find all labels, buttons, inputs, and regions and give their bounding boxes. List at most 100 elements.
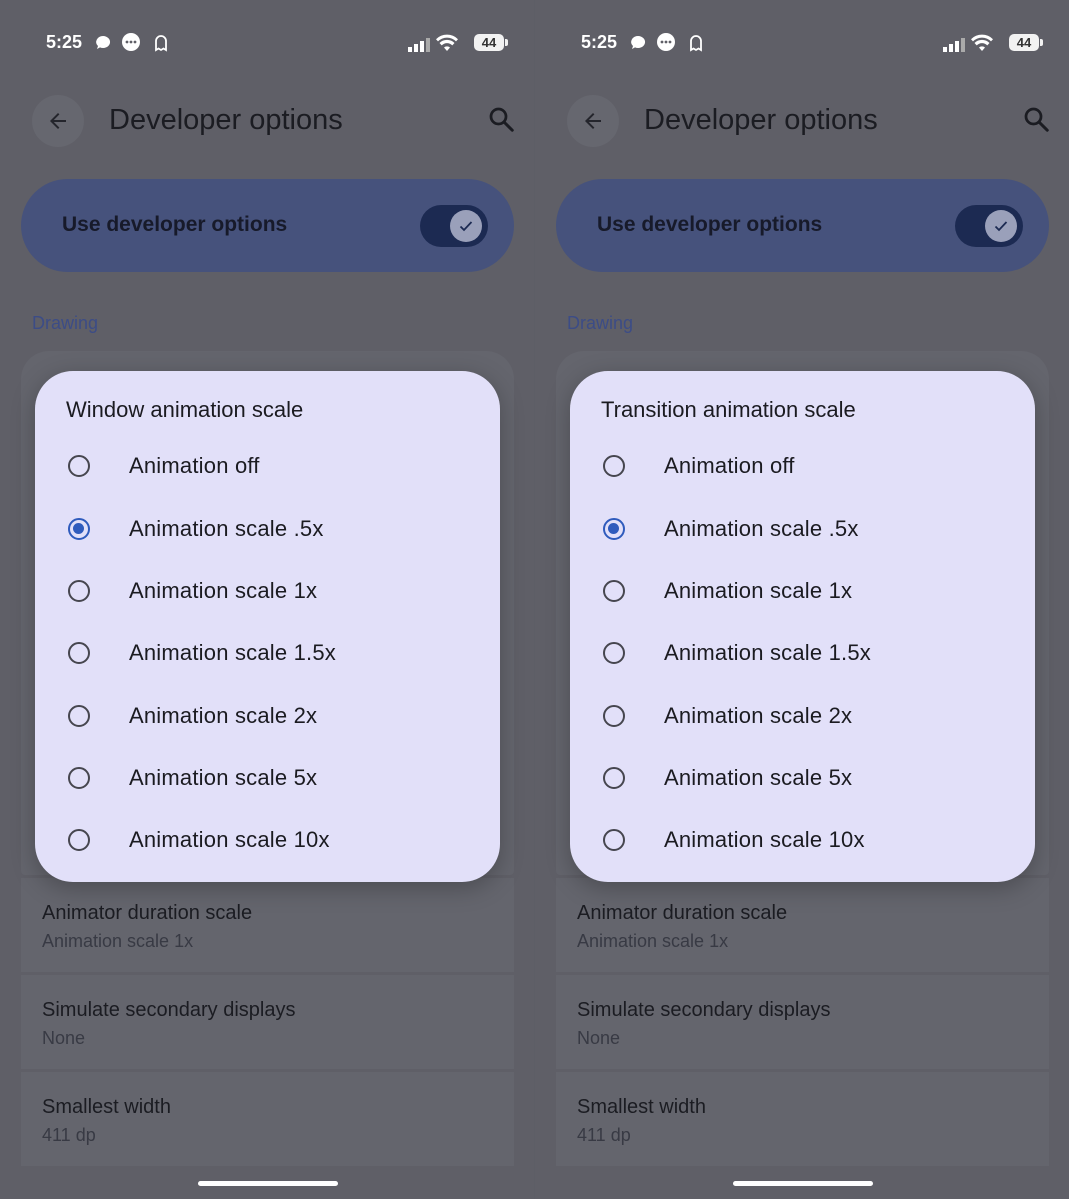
radio-button[interactable] xyxy=(68,455,90,477)
pref-smallest-width[interactable]: Smallest width 411 dp xyxy=(21,1072,514,1166)
option-scale-2x[interactable]: Animation scale 2x xyxy=(35,690,500,746)
option-label: Animation scale 1x xyxy=(129,578,318,603)
radio-button[interactable] xyxy=(603,829,625,851)
status-time: 5:25 xyxy=(581,32,618,52)
wifi-icon xyxy=(436,34,458,51)
option-scale-1.5x[interactable]: Animation scale 1.5x xyxy=(570,627,1035,683)
pref-animator-duration[interactable]: Animator duration scale Animation scale … xyxy=(21,878,514,972)
pref-summary: Animation scale 1x xyxy=(577,931,729,951)
check-icon xyxy=(450,210,482,242)
radio-button[interactable] xyxy=(68,705,90,727)
radio-button[interactable] xyxy=(68,767,90,789)
home-indicator[interactable] xyxy=(198,1181,338,1186)
option-scale-0.5x[interactable]: Animation scale .5x xyxy=(570,503,1035,559)
signal-icon xyxy=(943,38,965,52)
status-bar: 5:25 44 xyxy=(46,28,508,58)
wifi-icon xyxy=(971,34,993,51)
arrow-back-icon xyxy=(585,113,601,129)
developer-options-switch[interactable] xyxy=(955,205,1023,247)
radio-button[interactable] xyxy=(603,642,625,664)
check-icon xyxy=(985,210,1017,242)
signal-icon xyxy=(408,38,430,52)
option-label: Animation scale 5x xyxy=(129,765,318,790)
chat-bubble-icon xyxy=(96,35,111,49)
option-scale-5x[interactable]: Animation scale 5x xyxy=(570,752,1035,808)
status-bar: 5:25 44 xyxy=(581,28,1043,58)
pref-summary: 411 dp xyxy=(577,1125,631,1145)
home-indicator[interactable] xyxy=(733,1181,873,1186)
option-scale-0.5x[interactable]: Animation scale .5x xyxy=(35,503,500,559)
search-button[interactable] xyxy=(1021,104,1053,136)
battery-indicator: 44 xyxy=(1009,34,1043,51)
drawing-section-label: Drawing xyxy=(32,313,99,333)
radio-button[interactable] xyxy=(603,705,625,727)
arrow-back-icon xyxy=(50,113,66,129)
option-label: Animation scale .5x xyxy=(129,516,324,541)
radio-button[interactable] xyxy=(68,829,90,851)
pref-title: Smallest width xyxy=(42,1096,171,1118)
option-label: Animation scale 1x xyxy=(664,578,853,603)
option-label: Animation scale 2x xyxy=(129,703,318,728)
transition-animation-scale-dialog: Transition animation scale Animation off… xyxy=(570,371,1035,882)
ghost-icon xyxy=(155,35,167,52)
option-animation-off[interactable]: Animation off xyxy=(570,440,1035,496)
radio-button[interactable] xyxy=(68,642,90,664)
pref-simulate-secondary-displays[interactable]: Simulate secondary displays None xyxy=(556,975,1049,1069)
pref-summary: None xyxy=(577,1028,621,1048)
radio-button[interactable] xyxy=(603,767,625,789)
pref-simulate-secondary-displays[interactable]: Simulate secondary displays None xyxy=(21,975,514,1069)
chat-bubble-icon xyxy=(631,35,646,49)
search-icon xyxy=(489,107,514,132)
search-icon xyxy=(1024,107,1049,132)
pref-animator-duration[interactable]: Animator duration scale Animation scale … xyxy=(556,878,1049,972)
developer-options-switch[interactable] xyxy=(420,205,488,247)
option-scale-1.5x[interactable]: Animation scale 1.5x xyxy=(35,627,500,683)
pref-summary: Animation scale 1x xyxy=(42,931,194,951)
message-icon xyxy=(657,33,675,51)
search-button[interactable] xyxy=(486,104,518,136)
dialog-title: Transition animation scale xyxy=(601,397,856,422)
option-scale-10x[interactable]: Animation scale 10x xyxy=(35,814,500,870)
option-label: Animation off xyxy=(129,453,260,478)
back-button[interactable] xyxy=(32,95,84,147)
pref-title: Simulate secondary displays xyxy=(42,999,296,1021)
option-animation-off[interactable]: Animation off xyxy=(35,440,500,496)
option-label: Animation scale 10x xyxy=(664,827,865,852)
option-label: Animation scale .5x xyxy=(664,516,859,541)
option-label: Animation scale 5x xyxy=(664,765,853,790)
pref-smallest-width[interactable]: Smallest width 411 dp xyxy=(556,1072,1049,1166)
use-developer-options-label: Use developer options xyxy=(62,213,288,236)
pref-title: Animator duration scale xyxy=(577,902,788,924)
screen-transition-animation: 5:25 44 Developer options Use developer … xyxy=(535,0,1069,1199)
option-label: Animation scale 10x xyxy=(129,827,330,852)
use-developer-options-card[interactable]: Use developer options xyxy=(21,179,514,272)
battery-indicator: 44 xyxy=(474,34,508,51)
option-label: Animation scale 1.5x xyxy=(664,640,871,665)
screen-window-animation: 5:25 44 Developer options Use developer … xyxy=(0,0,534,1199)
ghost-icon xyxy=(690,35,702,52)
option-scale-2x[interactable]: Animation scale 2x xyxy=(570,690,1035,746)
option-scale-1x[interactable]: Animation scale 1x xyxy=(35,565,500,621)
page-title: Developer options xyxy=(644,104,878,136)
drawing-section-label: Drawing xyxy=(567,313,634,333)
pref-title: Animator duration scale xyxy=(42,902,253,924)
pref-title: Simulate secondary displays xyxy=(577,999,831,1021)
radio-button[interactable] xyxy=(603,455,625,477)
radio-button[interactable] xyxy=(68,580,90,602)
radio-button[interactable] xyxy=(603,580,625,602)
option-scale-10x[interactable]: Animation scale 10x xyxy=(570,814,1035,870)
radio-button-selected[interactable] xyxy=(68,518,90,540)
option-scale-1x[interactable]: Animation scale 1x xyxy=(570,565,1035,621)
pref-summary: 411 dp xyxy=(42,1125,96,1145)
option-label: Animation off xyxy=(664,453,795,478)
use-developer-options-card[interactable]: Use developer options xyxy=(556,179,1049,272)
pref-title: Smallest width xyxy=(577,1096,706,1118)
radio-button-selected[interactable] xyxy=(603,518,625,540)
back-button[interactable] xyxy=(567,95,619,147)
message-icon xyxy=(122,33,140,51)
option-scale-5x[interactable]: Animation scale 5x xyxy=(35,752,500,808)
option-label: Animation scale 1.5x xyxy=(129,640,336,665)
use-developer-options-label: Use developer options xyxy=(597,213,823,236)
status-time: 5:25 xyxy=(46,32,83,52)
page-title: Developer options xyxy=(109,104,343,136)
